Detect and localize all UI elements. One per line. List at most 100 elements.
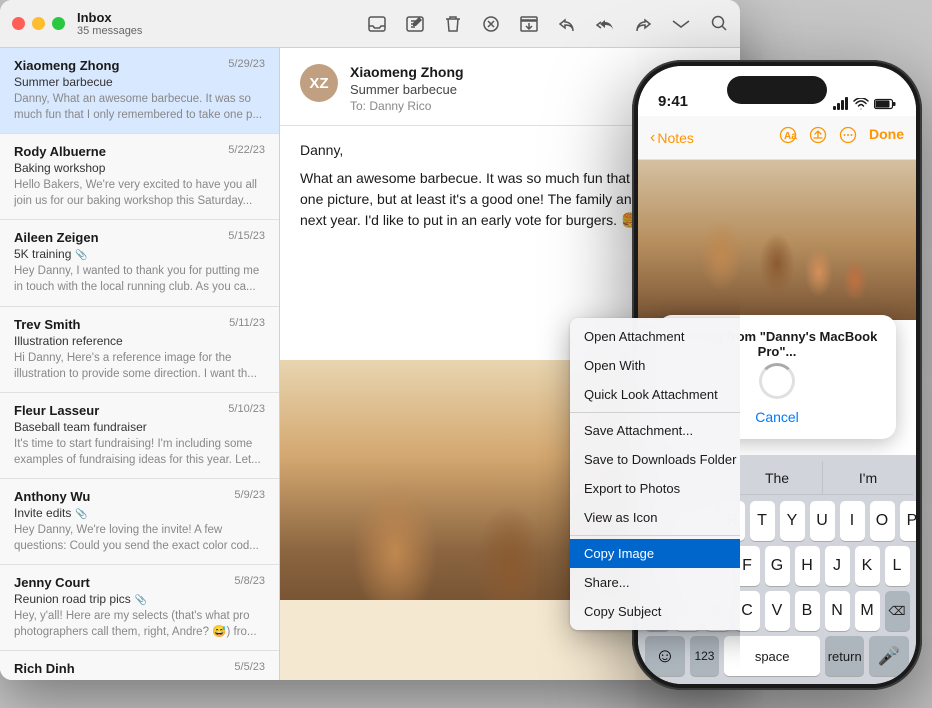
context-menu-item[interactable]: Open Attachment [570, 322, 740, 351]
notes-back-label: Notes [657, 130, 694, 146]
msg-preview: Hello Bakers, We're very excited to have… [14, 177, 265, 209]
minimize-button[interactable] [32, 17, 45, 30]
archive-icon[interactable] [520, 15, 538, 33]
dynamic-island [727, 76, 827, 104]
suggestion-the[interactable]: The [732, 461, 823, 494]
avatar: XZ [300, 64, 338, 102]
menu-item-label: Save to Downloads Folder [584, 452, 736, 467]
msg-date: 5/29/23 [228, 58, 265, 73]
attachment-icon: 📎 [135, 595, 147, 606]
menu-item-label: Copy Image [584, 546, 654, 561]
suggestion-im[interactable]: I'm [823, 461, 913, 494]
forward-icon[interactable] [634, 15, 652, 33]
message-item[interactable]: Rody Albuerne 5/22/23 Baking workshop He… [0, 134, 279, 220]
key-k[interactable]: K [855, 546, 880, 586]
compose-icon[interactable] [406, 15, 424, 33]
msg-preview: Hey Danny, I wanted to thank you for put… [14, 263, 265, 295]
email-subject: Summer barbecue [350, 82, 668, 97]
format-icon[interactable]: Aa [779, 126, 797, 149]
key-o[interactable]: O [870, 501, 895, 541]
message-item[interactable]: Rich Dinh 5/5/23 Trip to Zion National P… [0, 651, 279, 680]
context-menu-item[interactable]: View as Icon [570, 503, 740, 532]
toolbar [368, 15, 728, 33]
msg-subject: Illustration reference [14, 334, 265, 348]
menu-item-label: Save Attachment... [584, 423, 693, 438]
msg-date: 5/11/23 [229, 317, 265, 332]
context-menu-item[interactable]: Share... [570, 568, 740, 597]
msg-date: 5/10/23 [228, 403, 265, 418]
trash-icon[interactable] [444, 15, 462, 33]
key-h[interactable]: H [795, 546, 820, 586]
key-l[interactable]: L [885, 546, 910, 586]
context-menu-item[interactable]: Export to Photos [570, 474, 740, 503]
mail-window: Inbox 35 messages [0, 0, 740, 680]
key-g[interactable]: G [765, 546, 790, 586]
key-n[interactable]: N [825, 591, 850, 631]
reply-all-icon[interactable] [596, 15, 614, 33]
delete-icon[interactable] [482, 15, 500, 33]
key-u[interactable]: U [810, 501, 835, 541]
email-to: To: Danny Rico [350, 99, 668, 113]
key-j[interactable]: J [825, 546, 850, 586]
more-icon[interactable] [672, 15, 690, 33]
context-menu-item[interactable]: Open With › [570, 351, 740, 380]
msg-sender: Jenny Court [14, 575, 90, 590]
message-item[interactable]: Trev Smith 5/11/23 Illustration referenc… [0, 307, 279, 393]
menu-item-label: Open Attachment [584, 329, 684, 344]
keyboard-row-4: ☺ 123 space return 🎤 [641, 636, 913, 676]
message-item[interactable]: Fleur Lasseur 5/10/23 Baseball team fund… [0, 393, 279, 479]
close-button[interactable] [12, 17, 25, 30]
svg-text:Aa: Aa [784, 131, 797, 142]
key-mic[interactable]: 🎤 [869, 636, 909, 676]
context-menu-item[interactable]: Copy Image [570, 539, 740, 568]
menu-item-label: Export to Photos [584, 481, 680, 496]
key-t[interactable]: T [750, 501, 775, 541]
more-options-icon[interactable] [839, 126, 857, 149]
key-nums[interactable]: 123 [690, 636, 719, 676]
context-menu: Open Attachment Open With › Quick Look A… [570, 318, 740, 630]
msg-date: 5/5/23 [234, 661, 265, 676]
search-icon[interactable] [710, 15, 728, 33]
notes-back-button[interactable]: ‹ Notes [650, 129, 694, 147]
context-menu-item[interactable]: Quick Look Attachment [570, 380, 740, 409]
share-icon[interactable] [809, 126, 827, 149]
msg-subject: Baking workshop [14, 161, 265, 175]
key-b[interactable]: B [795, 591, 820, 631]
reply-icon[interactable] [558, 15, 576, 33]
key-return[interactable]: return [825, 636, 864, 676]
message-item[interactable]: Jenny Court 5/8/23 Reunion road trip pic… [0, 565, 279, 651]
menu-item-label: View as Icon [584, 510, 657, 525]
msg-date: 5/15/23 [228, 230, 265, 245]
key-p[interactable]: P [900, 501, 917, 541]
msg-subject: Summer barbecue [14, 75, 265, 89]
msg-subject: Reunion road trip pics📎 [14, 592, 265, 606]
context-menu-item[interactable]: Copy Subject [570, 597, 740, 626]
key-y[interactable]: Y [780, 501, 805, 541]
email-from: Xiaomeng Zhong [350, 64, 668, 80]
inbox-icon[interactable] [368, 15, 386, 33]
message-item[interactable]: Aileen Zeigen 5/15/23 5K training📎 Hey D… [0, 220, 279, 306]
msg-sender: Aileen Zeigen [14, 230, 99, 245]
menu-item-label: Share... [584, 575, 630, 590]
msg-subject: Trip to Zion National Park📎 [14, 678, 265, 680]
key-i[interactable]: I [840, 501, 865, 541]
msg-sender: Trev Smith [14, 317, 80, 332]
attachment-icon: 📎 [75, 250, 87, 261]
emoji-key[interactable]: ☺ [645, 636, 685, 676]
message-list[interactable]: Xiaomeng Zhong 5/29/23 Summer barbecue D… [0, 48, 280, 680]
msg-date: 5/22/23 [228, 144, 265, 159]
message-item[interactable]: Anthony Wu 5/9/23 Invite edits📎 Hey Dann… [0, 479, 279, 565]
key-space[interactable]: space [724, 636, 820, 676]
back-arrow-icon: ‹ [650, 129, 655, 147]
key-v[interactable]: V [765, 591, 790, 631]
msg-sender: Rody Albuerne [14, 144, 106, 159]
message-count: 35 messages [77, 25, 142, 37]
context-menu-item[interactable]: Save Attachment... [570, 416, 740, 445]
message-item[interactable]: Xiaomeng Zhong 5/29/23 Summer barbecue D… [0, 48, 279, 134]
key-m[interactable]: M [855, 591, 880, 631]
menu-item-label: Quick Look Attachment [584, 387, 718, 402]
notes-done-button[interactable]: Done [869, 126, 904, 149]
context-menu-item[interactable]: Save to Downloads Folder [570, 445, 740, 474]
key-backspace[interactable]: ⌫ [885, 591, 910, 631]
fullscreen-button[interactable] [52, 17, 65, 30]
